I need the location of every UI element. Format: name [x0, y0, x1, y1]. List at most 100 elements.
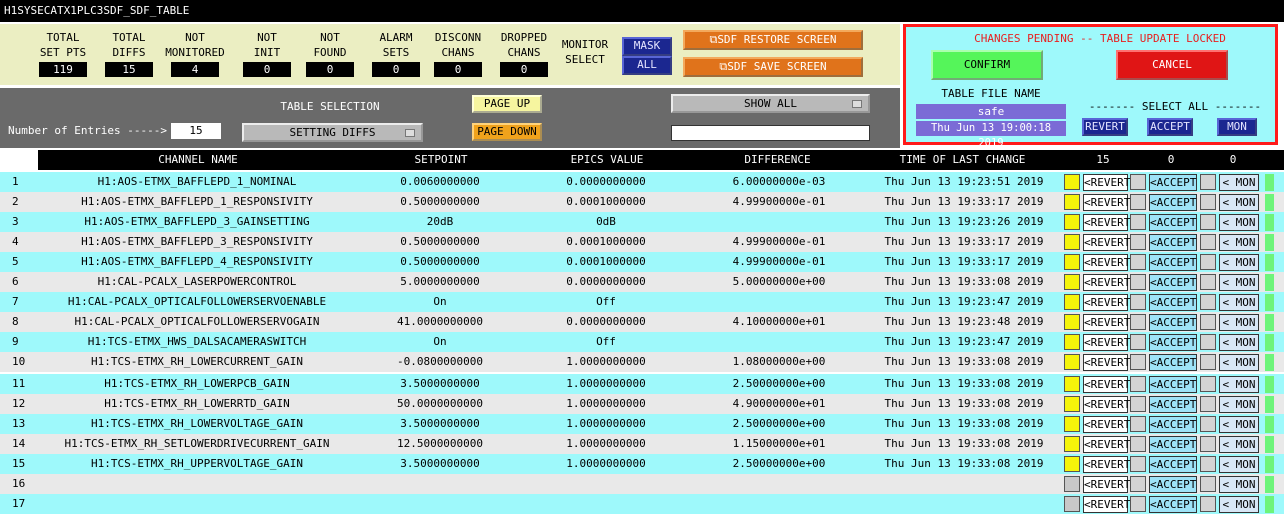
select-all-accept-button[interactable]: ACCEPT — [1147, 118, 1193, 136]
row-accept-button[interactable]: <ACCEPT — [1149, 174, 1197, 191]
row-accept-button[interactable]: <ACCEPT — [1149, 496, 1197, 513]
row-accept-button[interactable]: <ACCEPT — [1149, 214, 1197, 231]
row-select-checkbox[interactable] — [1064, 334, 1080, 350]
sdf-restore-button[interactable]: ⧉SDF RESTORE SCREEN — [683, 30, 863, 50]
row-accept-checkbox[interactable] — [1130, 416, 1146, 432]
row-mon-button[interactable]: < MON — [1219, 314, 1259, 331]
row-accept-checkbox[interactable] — [1130, 436, 1146, 452]
row-accept-button[interactable]: <ACCEPT — [1149, 294, 1197, 311]
select-all-mon-button[interactable]: MON — [1217, 118, 1257, 136]
filter-input[interactable] — [671, 125, 870, 141]
row-mon-checkbox[interactable] — [1200, 294, 1216, 310]
row-mon-checkbox[interactable] — [1200, 354, 1216, 370]
row-select-checkbox[interactable] — [1064, 456, 1080, 472]
row-mon-button[interactable]: < MON — [1219, 376, 1259, 393]
row-mon-button[interactable]: < MON — [1219, 194, 1259, 211]
row-select-checkbox[interactable] — [1064, 214, 1080, 230]
row-mon-checkbox[interactable] — [1200, 456, 1216, 472]
row-mon-button[interactable]: < MON — [1219, 436, 1259, 453]
row-accept-checkbox[interactable] — [1130, 354, 1146, 370]
row-accept-checkbox[interactable] — [1130, 334, 1146, 350]
row-accept-checkbox[interactable] — [1130, 294, 1146, 310]
row-accept-checkbox[interactable] — [1130, 396, 1146, 412]
row-mon-checkbox[interactable] — [1200, 334, 1216, 350]
row-mon-button[interactable]: < MON — [1219, 294, 1259, 311]
row-mon-button[interactable]: < MON — [1219, 214, 1259, 231]
row-mon-button[interactable]: < MON — [1219, 174, 1259, 191]
row-mon-checkbox[interactable] — [1200, 416, 1216, 432]
row-revert-button[interactable]: <REVERT — [1083, 274, 1130, 291]
row-revert-button[interactable]: <REVERT — [1083, 214, 1130, 231]
row-accept-checkbox[interactable] — [1130, 314, 1146, 330]
row-select-checkbox[interactable] — [1064, 416, 1080, 432]
row-select-checkbox[interactable] — [1064, 294, 1080, 310]
row-revert-button[interactable]: <REVERT — [1083, 376, 1130, 393]
row-mon-button[interactable]: < MON — [1219, 234, 1259, 251]
row-select-checkbox[interactable] — [1064, 396, 1080, 412]
row-mon-checkbox[interactable] — [1200, 234, 1216, 250]
row-accept-checkbox[interactable] — [1130, 214, 1146, 230]
select-all-revert-button[interactable]: REVERT — [1082, 118, 1128, 136]
row-mon-button[interactable]: < MON — [1219, 476, 1259, 493]
row-mon-checkbox[interactable] — [1200, 214, 1216, 230]
row-revert-button[interactable]: <REVERT — [1083, 294, 1130, 311]
row-revert-button[interactable]: <REVERT — [1083, 194, 1130, 211]
row-accept-button[interactable]: <ACCEPT — [1149, 234, 1197, 251]
row-mon-checkbox[interactable] — [1200, 194, 1216, 210]
row-select-checkbox[interactable] — [1064, 194, 1080, 210]
row-accept-checkbox[interactable] — [1130, 234, 1146, 250]
row-mon-checkbox[interactable] — [1200, 376, 1216, 392]
row-mon-button[interactable]: < MON — [1219, 254, 1259, 271]
all-button[interactable]: ALL — [622, 56, 672, 75]
row-revert-button[interactable]: <REVERT — [1083, 334, 1130, 351]
row-revert-button[interactable]: <REVERT — [1083, 456, 1130, 473]
row-accept-checkbox[interactable] — [1130, 496, 1146, 512]
row-accept-checkbox[interactable] — [1130, 456, 1146, 472]
row-mon-checkbox[interactable] — [1200, 174, 1216, 190]
row-accept-button[interactable]: <ACCEPT — [1149, 274, 1197, 291]
show-all-dropdown[interactable]: SHOW ALL — [671, 94, 870, 113]
row-revert-button[interactable]: <REVERT — [1083, 174, 1130, 191]
row-mon-button[interactable]: < MON — [1219, 456, 1259, 473]
row-accept-button[interactable]: <ACCEPT — [1149, 416, 1197, 433]
setting-diffs-dropdown[interactable]: SETTING DIFFS — [242, 123, 423, 142]
row-accept-checkbox[interactable] — [1130, 376, 1146, 392]
row-mon-button[interactable]: < MON — [1219, 334, 1259, 351]
row-accept-button[interactable]: <ACCEPT — [1149, 334, 1197, 351]
row-accept-button[interactable]: <ACCEPT — [1149, 476, 1197, 493]
row-mon-button[interactable]: < MON — [1219, 396, 1259, 413]
row-select-checkbox[interactable] — [1064, 314, 1080, 330]
row-accept-button[interactable]: <ACCEPT — [1149, 456, 1197, 473]
row-accept-button[interactable]: <ACCEPT — [1149, 436, 1197, 453]
row-revert-button[interactable]: <REVERT — [1083, 496, 1130, 513]
row-select-checkbox[interactable] — [1064, 376, 1080, 392]
row-accept-button[interactable]: <ACCEPT — [1149, 194, 1197, 211]
row-mon-button[interactable]: < MON — [1219, 354, 1259, 371]
row-select-checkbox[interactable] — [1064, 174, 1080, 190]
row-revert-button[interactable]: <REVERT — [1083, 416, 1130, 433]
row-mon-button[interactable]: < MON — [1219, 496, 1259, 513]
page-up-button[interactable]: PAGE UP — [472, 95, 542, 113]
row-mon-checkbox[interactable] — [1200, 476, 1216, 492]
row-select-checkbox[interactable] — [1064, 234, 1080, 250]
row-accept-checkbox[interactable] — [1130, 174, 1146, 190]
row-revert-button[interactable]: <REVERT — [1083, 396, 1130, 413]
row-mon-checkbox[interactable] — [1200, 274, 1216, 290]
row-mon-checkbox[interactable] — [1200, 496, 1216, 512]
page-down-button[interactable]: PAGE DOWN — [472, 123, 542, 141]
row-revert-button[interactable]: <REVERT — [1083, 476, 1130, 493]
row-revert-button[interactable]: <REVERT — [1083, 314, 1130, 331]
row-select-checkbox[interactable] — [1064, 476, 1080, 492]
row-select-checkbox[interactable] — [1064, 254, 1080, 270]
row-mon-checkbox[interactable] — [1200, 314, 1216, 330]
row-accept-checkbox[interactable] — [1130, 476, 1146, 492]
row-select-checkbox[interactable] — [1064, 496, 1080, 512]
row-mon-button[interactable]: < MON — [1219, 416, 1259, 433]
row-accept-button[interactable]: <ACCEPT — [1149, 396, 1197, 413]
row-mon-checkbox[interactable] — [1200, 254, 1216, 270]
row-accept-checkbox[interactable] — [1130, 254, 1146, 270]
confirm-button[interactable]: CONFIRM — [931, 50, 1043, 80]
row-accept-button[interactable]: <ACCEPT — [1149, 254, 1197, 271]
row-accept-checkbox[interactable] — [1130, 274, 1146, 290]
row-mon-button[interactable]: < MON — [1219, 274, 1259, 291]
